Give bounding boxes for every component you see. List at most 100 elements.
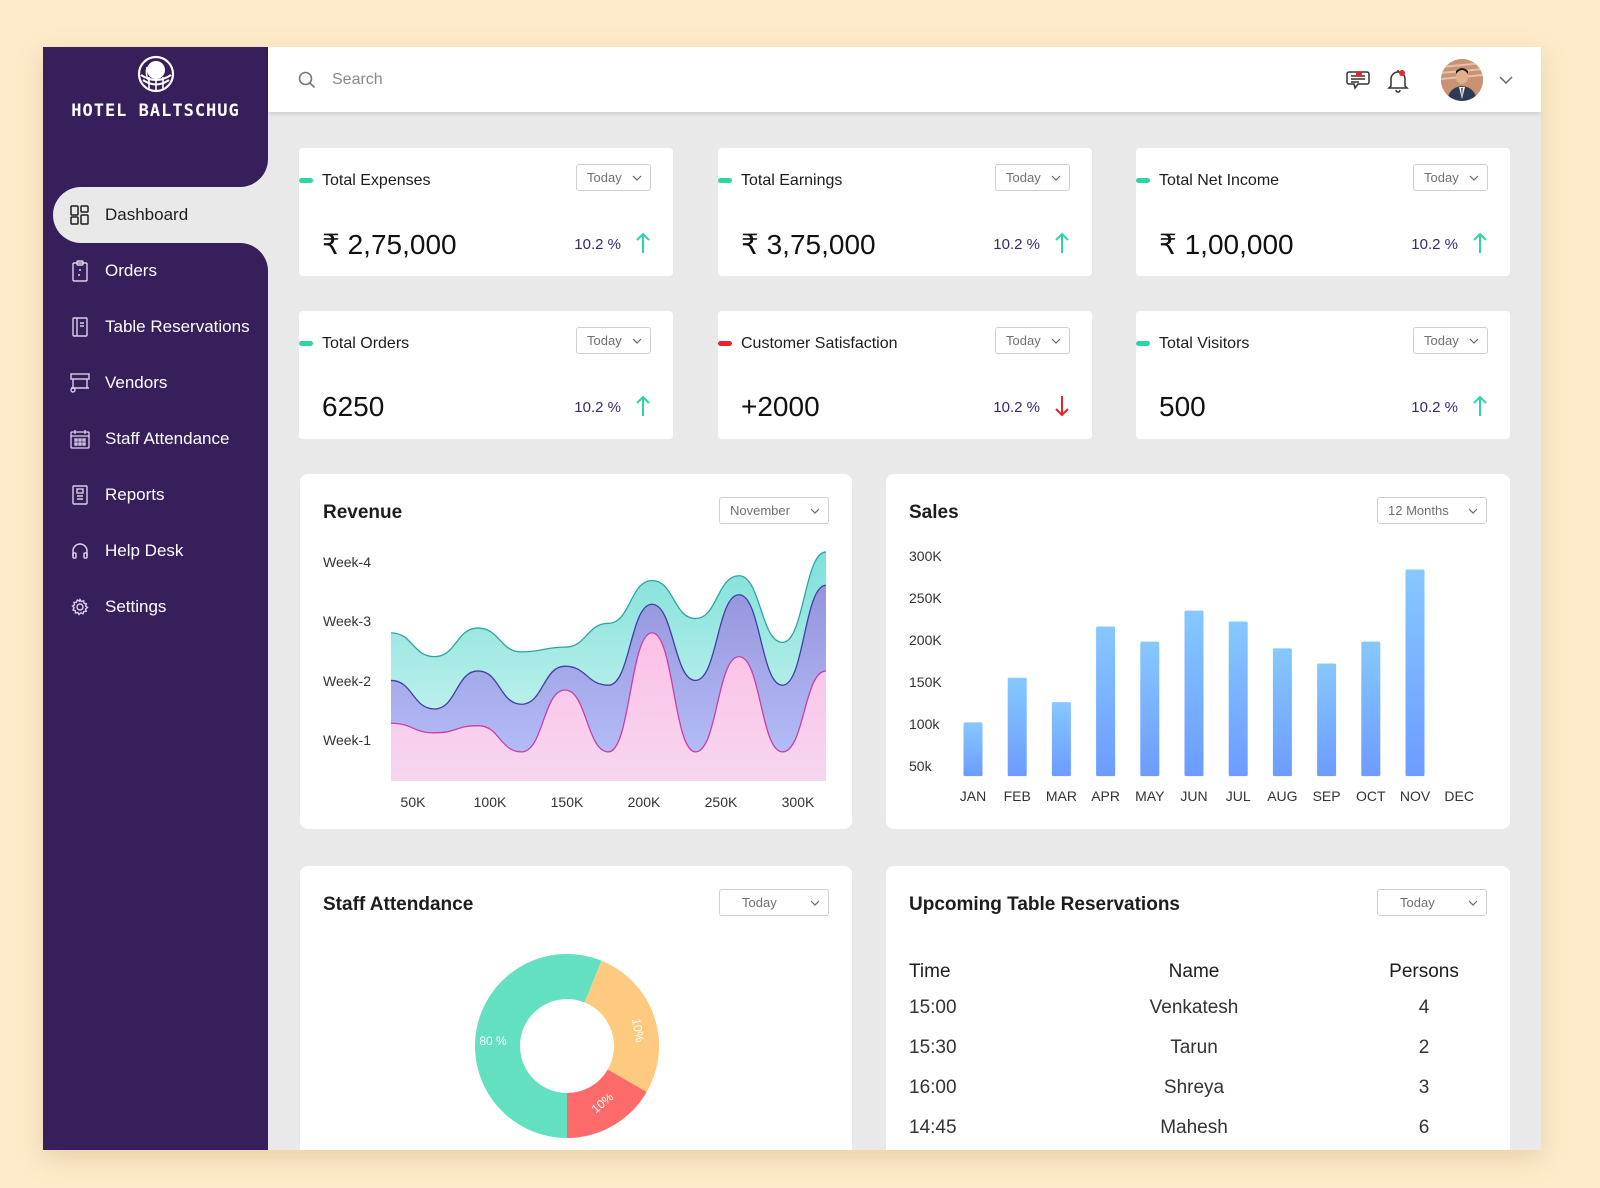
sidebar-item-staff-attendance[interactable]: Staff Attendance: [43, 411, 268, 467]
sidebar-item-settings[interactable]: Settings: [43, 579, 268, 635]
bar-jun[interactable]: [1184, 610, 1204, 777]
sidebar-item-reports[interactable]: Reports: [43, 467, 268, 523]
table-row[interactable]: 15:30 Tarun 2: [909, 1028, 1479, 1068]
arrow-down-icon: [1055, 396, 1069, 417]
x-tick-label: OCT: [1356, 788, 1386, 804]
stat-value: ₹ 2,75,000: [322, 229, 457, 260]
period-dropdown[interactable]: Today: [576, 327, 651, 354]
y-tick-label: 100k: [909, 716, 940, 732]
stat-value: +2000: [741, 391, 820, 422]
y-tick-label: 300K: [909, 548, 942, 564]
bar-may[interactable]: [1140, 641, 1160, 777]
period-dropdown[interactable]: Today: [995, 327, 1070, 354]
sidebar-item-table-reservations[interactable]: Table Reservations: [43, 299, 268, 355]
brand-logo[interactable]: HOTEL BALTSCHUG: [43, 55, 268, 121]
bar-feb[interactable]: [1007, 677, 1027, 777]
period-dropdown[interactable]: Today: [1413, 164, 1488, 191]
notebook-icon: [69, 316, 91, 338]
x-tick-label: 100K: [474, 794, 507, 810]
donut-slice-1[interactable]: [584, 960, 659, 1092]
sidebar-item-label: Help Desk: [105, 541, 184, 560]
chevron-down-icon: [1051, 338, 1061, 344]
stat-card-customer-satisfaction: Customer Satisfaction Today +2000 10.2 %: [718, 311, 1092, 439]
period-dropdown[interactable]: Today: [576, 164, 651, 191]
globe-logo-icon: [137, 55, 174, 93]
x-tick-label: JUL: [1226, 788, 1251, 804]
stat-value: ₹ 3,75,000: [741, 229, 876, 260]
panel-title: Upcoming Table Reservations: [909, 894, 1180, 915]
chevron-down-icon: [632, 175, 642, 181]
period-dropdown[interactable]: Today: [1377, 889, 1487, 916]
period-dropdown[interactable]: Today: [1413, 327, 1488, 354]
bar-apr[interactable]: [1096, 626, 1116, 777]
account-menu-chevron-icon[interactable]: [1499, 73, 1513, 87]
sidebar-item-dashboard[interactable]: Dashboard: [53, 187, 268, 243]
stat-card-total-orders: Total Orders Today 6250 10.2 %: [299, 311, 673, 439]
stat-change: 10.2 %: [1411, 236, 1458, 253]
bar-oct[interactable]: [1361, 641, 1381, 777]
arrow-up-icon: [1473, 232, 1487, 253]
search-icon: [298, 71, 316, 88]
sidebar-item-label: Settings: [105, 597, 167, 616]
sidebar-item-vendors[interactable]: Vendors: [43, 355, 268, 411]
chevron-down-icon: [1469, 338, 1479, 344]
y-tick-label: Week-1: [323, 732, 371, 748]
x-tick-label: SEP: [1313, 788, 1341, 804]
x-tick-label: AUG: [1267, 788, 1297, 804]
cell-persons: 3: [1418, 1077, 1430, 1098]
cell-time: 15:30: [909, 1037, 957, 1058]
table-row[interactable]: 16:00 Shreya 3: [909, 1068, 1479, 1108]
search-input[interactable]: [332, 70, 632, 89]
arrow-up-icon: [636, 395, 650, 416]
stat-title: Customer Satisfaction: [741, 335, 898, 352]
bar-sep[interactable]: [1317, 663, 1337, 777]
dashboard-grid-icon: [69, 204, 91, 226]
dropdown-value: Today: [1424, 333, 1459, 348]
stat-title: Total Earnings: [741, 172, 843, 189]
period-dropdown[interactable]: Today: [995, 164, 1070, 191]
x-tick-label: FEB: [1004, 788, 1031, 804]
arrow-up-icon: [636, 232, 650, 253]
bar-mar[interactable]: [1051, 702, 1071, 777]
stat-value: ₹ 1,00,000: [1159, 229, 1294, 260]
stat-title: Total Net Income: [1159, 172, 1280, 189]
chevron-down-icon: [632, 338, 642, 344]
cell-persons: 2: [1418, 1037, 1430, 1058]
status-marker: [299, 178, 313, 183]
staff-attendance-panel: Staff Attendance Today 80 % 10% 10%: [300, 866, 852, 1150]
sidebar-item-label: Orders: [105, 261, 157, 280]
column-header-time: Time: [909, 961, 951, 982]
stat-card-total-visitors: Total Visitors Today 500 10.2 %: [1136, 311, 1510, 439]
bar-aug[interactable]: [1272, 648, 1292, 777]
bar-jan[interactable]: [963, 722, 983, 777]
sidebar-item-help-desk[interactable]: Help Desk: [43, 523, 268, 579]
brand-name: HOTEL BALTSCHUG: [71, 101, 240, 121]
table-row[interactable]: 14:45 Mahesh 6: [909, 1108, 1479, 1148]
stat-change: 10.2 %: [993, 236, 1040, 253]
notifications-button[interactable]: [1385, 67, 1411, 93]
revenue-chart: Week-1 Week-2 Week-3 Week-4 50K 100K 150K 200K…: [323, 551, 827, 810]
messages-button[interactable]: [1345, 67, 1371, 93]
cell-name: Mahesh: [1160, 1117, 1228, 1138]
arrow-up-icon: [1055, 232, 1069, 253]
status-marker: [299, 341, 313, 346]
sidebar-item-label: Dashboard: [105, 205, 189, 224]
cell-time: 16:00: [909, 1077, 957, 1098]
x-tick-label: MAY: [1135, 788, 1165, 804]
calendar-icon: [69, 428, 91, 450]
status-marker: [1136, 178, 1150, 183]
bar-nov[interactable]: [1405, 569, 1425, 777]
user-avatar[interactable]: [1441, 58, 1483, 101]
x-tick-label: JAN: [960, 788, 986, 804]
status-marker: [718, 341, 732, 346]
chevron-down-icon: [1469, 175, 1479, 181]
top-bar: [268, 47, 1541, 112]
vendor-cart-icon: [69, 372, 91, 394]
y-tick-label: 250K: [909, 590, 942, 606]
x-tick-label: MAR: [1046, 788, 1077, 804]
bar-jul[interactable]: [1228, 621, 1248, 777]
app-window: HOTEL BALTSCHUG Dashboard Orders Table R…: [43, 47, 1541, 1150]
sidebar-item-orders[interactable]: Orders: [43, 243, 268, 299]
table-row[interactable]: 15:00 Venkatesh 4: [909, 988, 1479, 1028]
x-tick-label: 250K: [705, 794, 738, 810]
